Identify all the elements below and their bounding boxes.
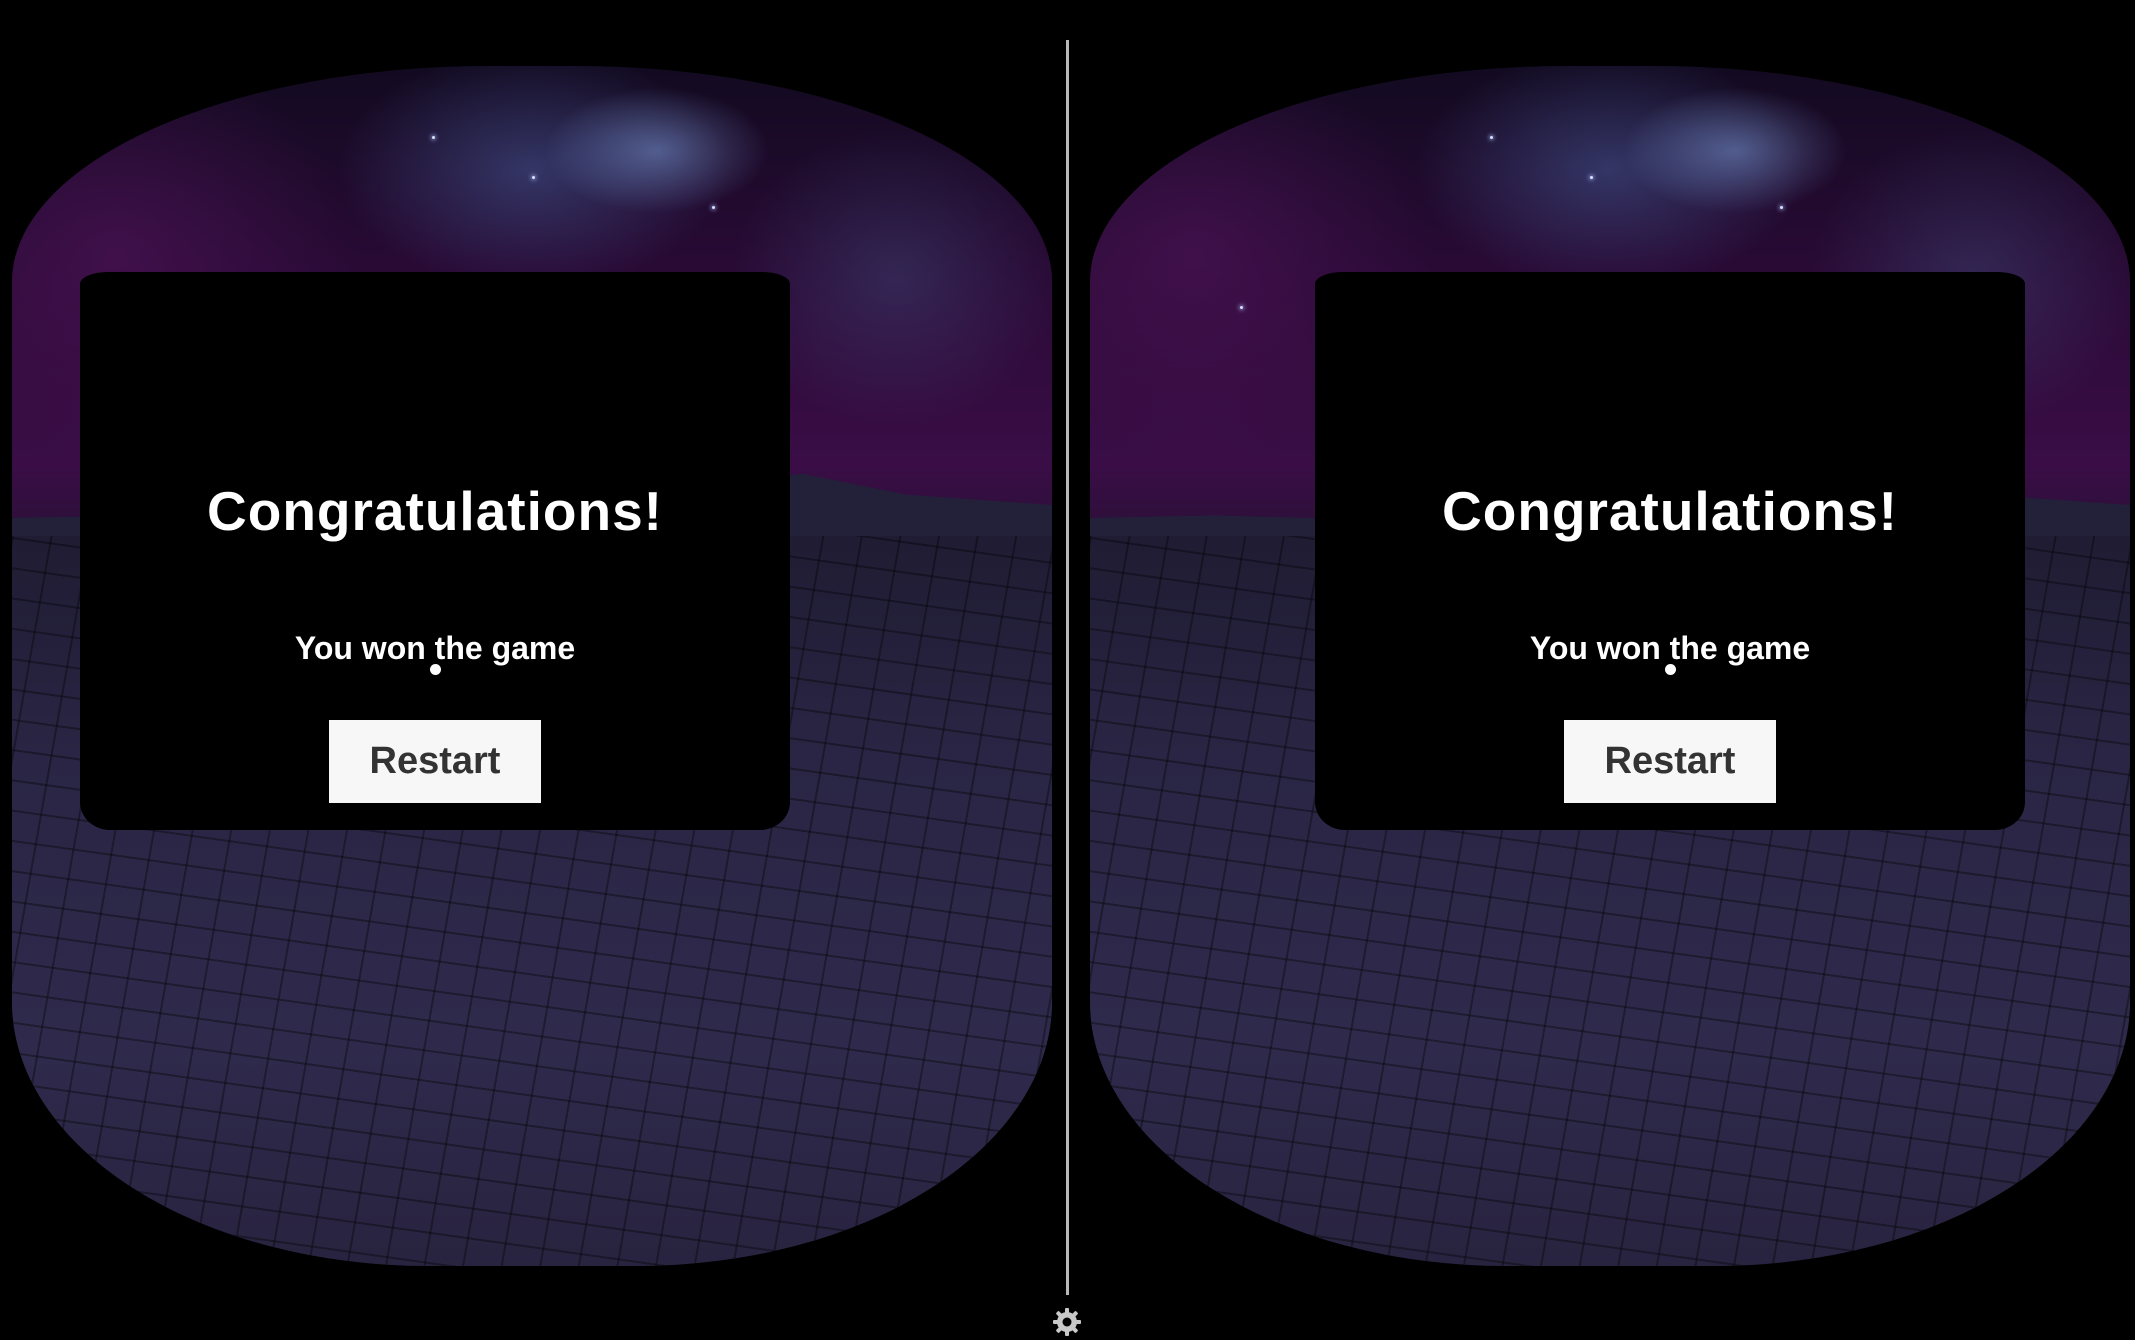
star [1490, 136, 1493, 139]
vr-stereo-view: Congratulations! You won the game Restar… [0, 0, 2135, 1340]
restart-button[interactable]: Restart [1564, 720, 1776, 803]
star [712, 206, 715, 209]
dialog-message: You won the game [1529, 630, 1811, 666]
star [532, 176, 535, 179]
gear-icon[interactable] [1051, 1306, 1083, 1338]
gaze-reticle [1665, 664, 1676, 675]
win-dialog: Congratulations! You won the game Restar… [1315, 272, 2025, 830]
star [432, 136, 435, 139]
star [1590, 176, 1593, 179]
dialog-title: Congratulations! [207, 480, 663, 542]
restart-button[interactable]: Restart [329, 720, 541, 803]
stereo-divider [1066, 40, 1069, 1295]
right-eye-view: Congratulations! You won the game Restar… [1068, 0, 2135, 1340]
left-eye-view: Congratulations! You won the game Restar… [0, 0, 1067, 1340]
gaze-reticle [430, 664, 441, 675]
win-dialog: Congratulations! You won the game Restar… [80, 272, 790, 830]
star [1780, 206, 1783, 209]
star [1240, 306, 1243, 309]
dialog-title: Congratulations! [1442, 480, 1898, 542]
dialog-message: You won the game [294, 630, 576, 666]
